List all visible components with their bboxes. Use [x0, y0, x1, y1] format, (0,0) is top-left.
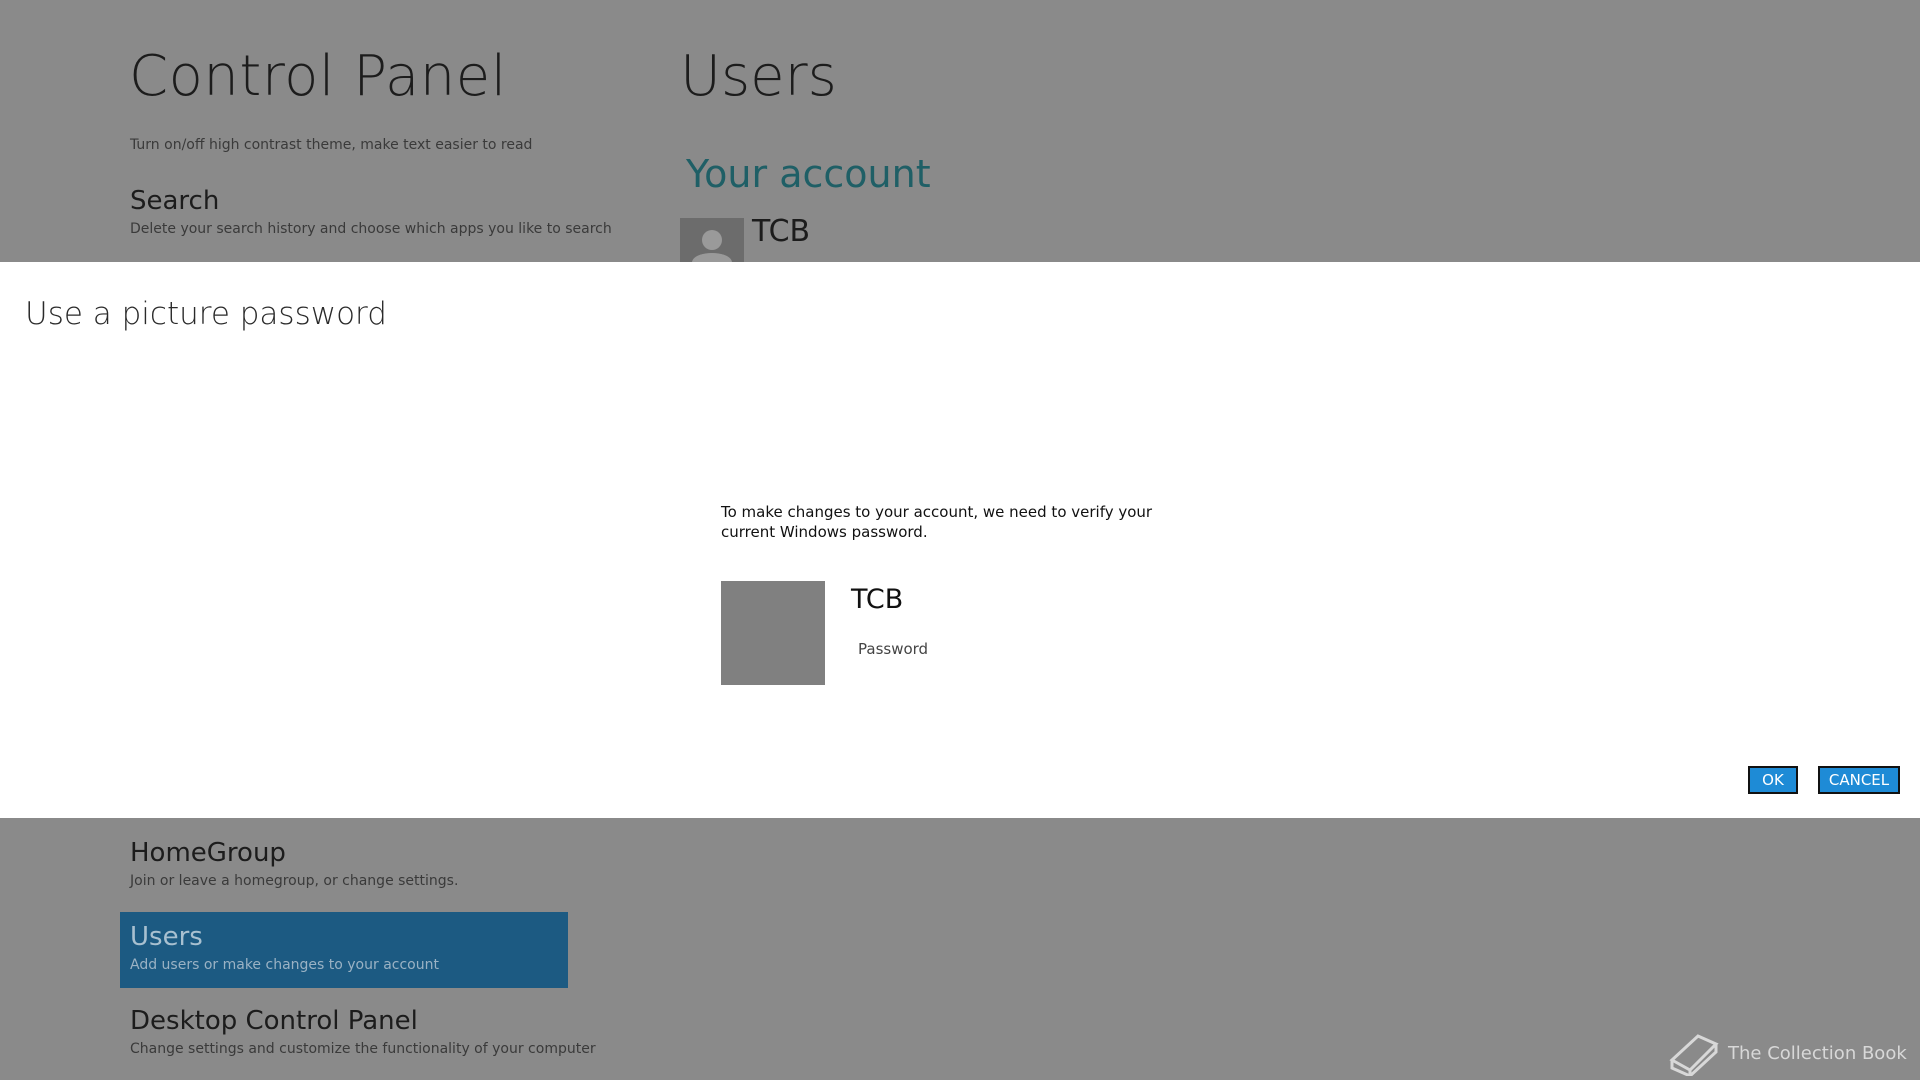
- your-account-heading: Your account: [686, 152, 931, 196]
- homegroup-item-title[interactable]: HomeGroup: [130, 838, 286, 868]
- ok-button[interactable]: OK: [1748, 766, 1798, 794]
- user-silhouette-icon: [692, 230, 732, 262]
- sidebar-item-users[interactable]: Users Add users or make changes to your …: [120, 912, 568, 988]
- high-contrast-desc: Turn on/off high contrast theme, make te…: [130, 137, 533, 153]
- desktop-control-panel-desc: Change settings and customize the functi…: [130, 1041, 596, 1057]
- watermark: The Collection Book: [1668, 1030, 1907, 1076]
- cancel-button[interactable]: CANCEL: [1818, 766, 1900, 794]
- account-name: TCB: [752, 214, 811, 249]
- control-panel-title: Control Panel: [129, 44, 507, 109]
- desktop-control-panel-title[interactable]: Desktop Control Panel: [130, 1006, 418, 1036]
- dialog-title: Use a picture password: [25, 296, 387, 332]
- users-panel-title: Users: [680, 44, 837, 109]
- password-input[interactable]: [851, 636, 1205, 662]
- dialog-user-name: TCB: [851, 584, 904, 615]
- screen: Control Panel Turn on/off high contrast …: [0, 0, 1920, 1080]
- search-item-desc: Delete your search history and choose wh…: [130, 221, 612, 237]
- account-avatar: [680, 218, 744, 262]
- book-icon: [1669, 1034, 1719, 1076]
- users-item-title: Users: [130, 922, 203, 952]
- watermark-text: The Collection Book: [1728, 1042, 1907, 1064]
- search-item-title[interactable]: Search: [130, 186, 219, 216]
- users-item-desc: Add users or make changes to your accoun…: [130, 957, 439, 973]
- user-tile-image: [721, 581, 825, 685]
- homegroup-item-desc: Join or leave a homegroup, or change set…: [130, 873, 459, 889]
- picture-password-dialog: Use a picture password To make changes t…: [0, 262, 1920, 818]
- verify-message: To make changes to your account, we need…: [721, 503, 1153, 541]
